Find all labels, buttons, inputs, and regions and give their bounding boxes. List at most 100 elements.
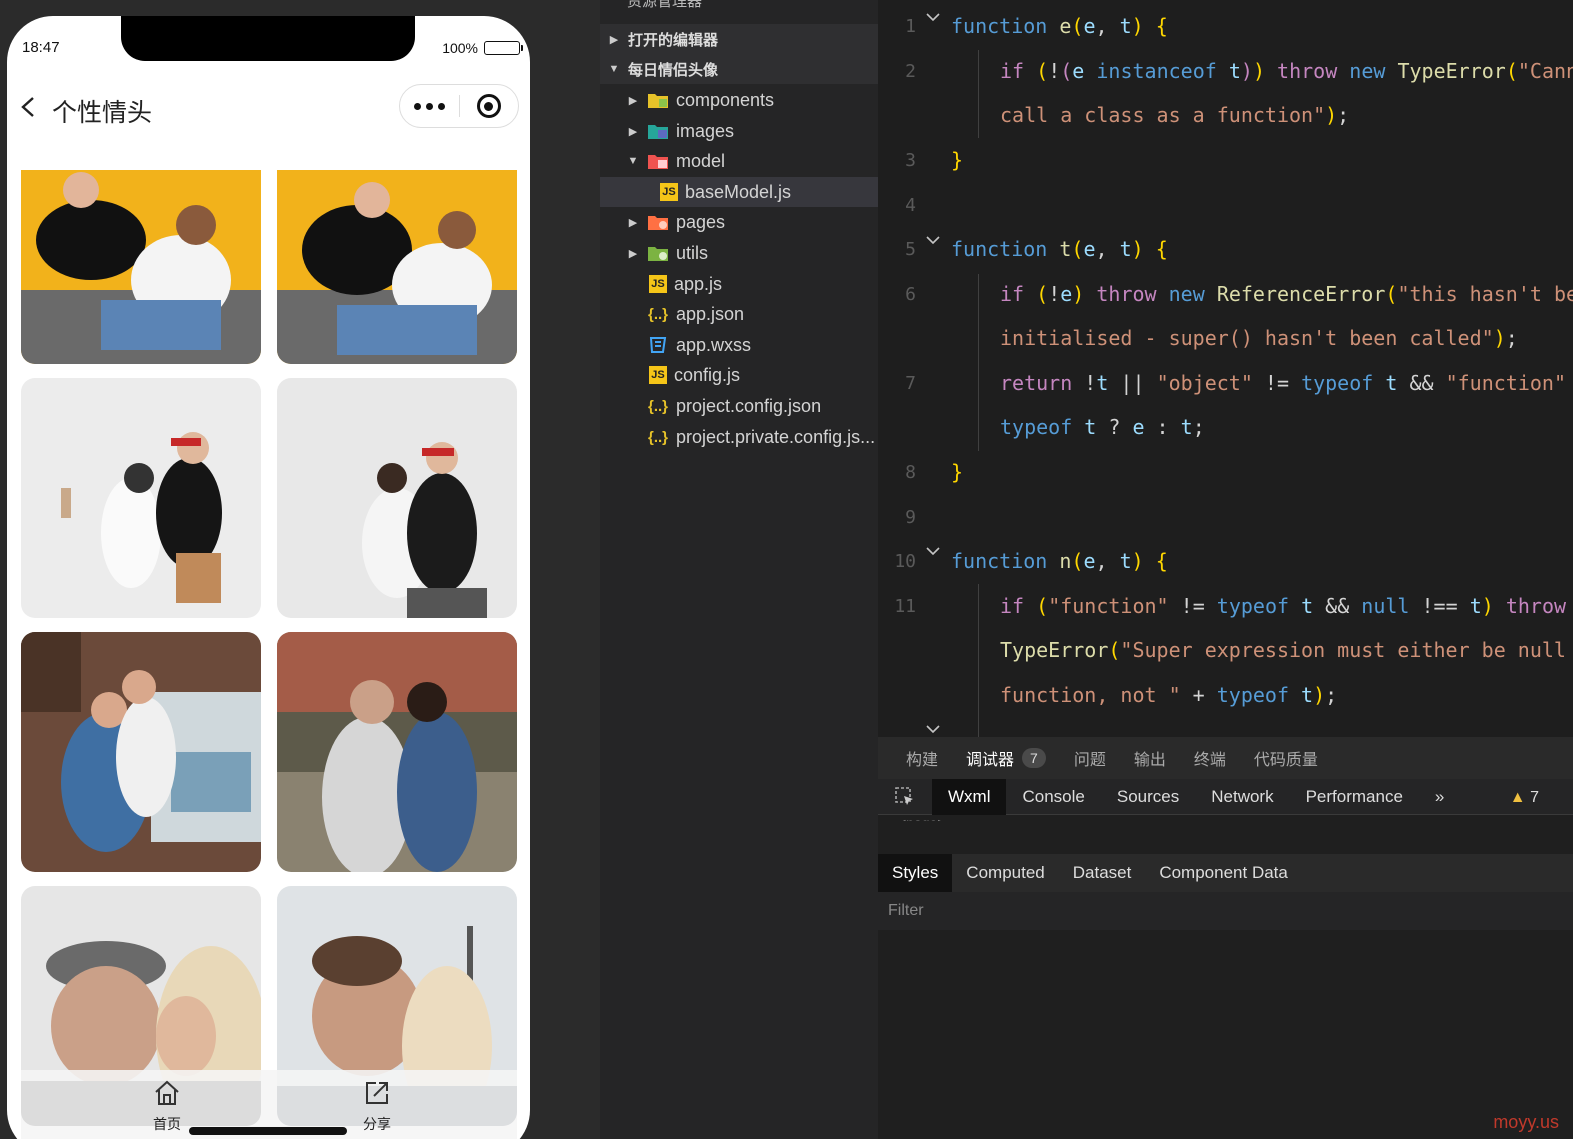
- tab-sources[interactable]: Sources: [1101, 779, 1195, 815]
- tab-wxml[interactable]: Wxml: [932, 778, 1007, 815]
- debugger-badge: 7: [1022, 748, 1046, 768]
- css-file-icon: [647, 335, 669, 355]
- tree-item-app-wxss[interactable]: app.wxss: [600, 330, 878, 360]
- tab-network[interactable]: Network: [1195, 779, 1289, 815]
- fold-chevron-icon[interactable]: [926, 235, 940, 245]
- file-explorer: 资源管理器 ▶ 打开的编辑器 ▼ 每日情侣头像 ▶ components ▶ i…: [600, 0, 878, 1139]
- chevron-right-icon: ▶: [628, 94, 638, 107]
- tree-item-pages[interactable]: ▶ pages: [600, 207, 878, 237]
- code-line: function, not " + typeof t);: [1000, 683, 1338, 707]
- js-file-icon: JS: [649, 366, 667, 384]
- tab-debugger[interactable]: 调试器 7: [966, 746, 1046, 770]
- tab-styles[interactable]: Styles: [878, 854, 953, 892]
- phone-frame: 18:47 100% 个性情头 首页 分享: [7, 16, 530, 1139]
- nav-bar: 个性情头: [7, 80, 530, 132]
- inspect-element-icon[interactable]: [878, 779, 932, 815]
- more-icon[interactable]: [400, 85, 459, 127]
- folder-pages-icon: [647, 212, 669, 232]
- tab-performance[interactable]: Performance: [1290, 779, 1419, 815]
- avatar-image[interactable]: [277, 170, 517, 364]
- tab-console[interactable]: Console: [1006, 779, 1100, 815]
- chevron-right-icon: ▶: [628, 247, 638, 260]
- tree-item-images[interactable]: ▶ images: [600, 116, 878, 146]
- section-project[interactable]: ▼ 每日情侣头像: [600, 54, 878, 84]
- tab-problems[interactable]: 问题: [1074, 746, 1106, 770]
- wxml-tree[interactable]: <page>: [898, 815, 946, 821]
- status-time: 18:47: [22, 39, 60, 56]
- code-line: }: [951, 148, 964, 172]
- tree-item-model[interactable]: ▼ model: [600, 146, 878, 176]
- fold-chevron-icon[interactable]: [926, 724, 940, 734]
- tab-build[interactable]: 构建: [906, 746, 938, 770]
- tab-home[interactable]: 首页: [117, 1078, 217, 1134]
- tree-item-components[interactable]: ▶ components: [600, 85, 878, 115]
- code-line: typeof t ? e : t;: [1000, 415, 1205, 439]
- tree-item-app-json[interactable]: {..} app.json: [600, 299, 878, 329]
- code-line: }: [951, 460, 964, 484]
- tree-item-project-config-json[interactable]: {..} project.config.json: [600, 391, 878, 421]
- back-arrow-icon[interactable]: [19, 96, 39, 118]
- warning-indicator[interactable]: ▲ 7: [1510, 789, 1539, 807]
- code-line: return !t || "object" != typeof t && "fu…: [1000, 371, 1566, 395]
- miniprogram-capsule: [399, 84, 519, 128]
- tab-computed[interactable]: Computed: [952, 854, 1058, 892]
- line-number: 11: [894, 596, 916, 617]
- code-line: function n(e, t) {: [951, 549, 1168, 573]
- close-capsule-icon[interactable]: [459, 85, 518, 127]
- chevron-down-icon: ▼: [627, 155, 639, 167]
- line-number: 6: [905, 284, 916, 305]
- folder-images-icon: [647, 121, 669, 141]
- json-file-icon: {..}: [647, 428, 668, 446]
- json-file-icon: {..}: [647, 397, 668, 415]
- line-number: 10: [894, 551, 916, 572]
- line-number: 5: [905, 239, 916, 260]
- chevron-right-icon: ▶: [609, 33, 619, 46]
- line-number: 1: [905, 16, 916, 37]
- chevron-right-icon: ▶: [628, 125, 638, 138]
- tab-home-label: 首页: [153, 1116, 181, 1132]
- devtools-panel-tabs: Wxml Console Sources Network Performance…: [878, 778, 1573, 815]
- battery-icon: [484, 41, 523, 55]
- tree-item-project-private-config[interactable]: {..} project.private.config.js...: [600, 422, 878, 452]
- tree-item-config-js[interactable]: JS config.js: [600, 360, 878, 390]
- code-line: TypeError("Super expression must either …: [1000, 638, 1566, 662]
- code-line: initialised - super() hasn't been called…: [1000, 326, 1518, 350]
- code-editor[interactable]: 1 2 3 4 5 6 7 8 9 10 11 function e(e, t)…: [878, 0, 1573, 737]
- line-number: 9: [905, 507, 916, 528]
- avatar-image[interactable]: [21, 632, 261, 872]
- js-file-icon: JS: [649, 275, 667, 293]
- styles-tabs: Styles Computed Dataset Component Data: [878, 854, 1573, 892]
- tree-item-basemodel-js[interactable]: JS baseModel.js: [600, 177, 878, 207]
- tab-output[interactable]: 输出: [1134, 746, 1166, 770]
- tree-item-utils[interactable]: ▶ utils: [600, 238, 878, 268]
- styles-filter-input[interactable]: Filter: [878, 892, 1573, 930]
- more-tabs-icon[interactable]: »: [1419, 779, 1460, 815]
- warning-icon: ▲: [1509, 789, 1526, 806]
- tree-item-app-js[interactable]: JS app.js: [600, 269, 878, 299]
- json-file-icon: {..}: [647, 305, 668, 323]
- fold-chevron-icon[interactable]: [926, 12, 940, 22]
- tab-share[interactable]: 分享: [327, 1078, 427, 1134]
- fold-chevron-icon[interactable]: [926, 546, 940, 556]
- status-battery: 100%: [442, 40, 523, 56]
- js-file-icon: JS: [660, 183, 678, 201]
- avatar-image[interactable]: [277, 632, 517, 872]
- line-number: 2: [905, 61, 916, 82]
- folder-components-icon: [647, 90, 669, 110]
- page-title: 个性情头: [52, 99, 153, 127]
- avatar-image[interactable]: [21, 170, 261, 364]
- tab-code-quality[interactable]: 代码质量: [1254, 746, 1318, 770]
- code-line: function e(e, t) {: [951, 14, 1168, 38]
- tab-component-data[interactable]: Component Data: [1145, 854, 1302, 892]
- tab-terminal[interactable]: 终端: [1194, 746, 1226, 770]
- tab-dataset[interactable]: Dataset: [1059, 854, 1146, 892]
- chevron-down-icon: ▼: [608, 63, 620, 75]
- code-line: function t(e, t) {: [951, 237, 1168, 261]
- avatar-image[interactable]: [21, 378, 261, 618]
- line-number: 8: [905, 462, 916, 483]
- code-line: if ("function" != typeof t && null !== t…: [1000, 594, 1567, 618]
- code-line: call a class as a function");: [1000, 103, 1350, 127]
- explorer-title: 资源管理器: [627, 0, 703, 10]
- avatar-image[interactable]: [277, 378, 517, 618]
- section-open-editors[interactable]: ▶ 打开的编辑器: [600, 24, 878, 54]
